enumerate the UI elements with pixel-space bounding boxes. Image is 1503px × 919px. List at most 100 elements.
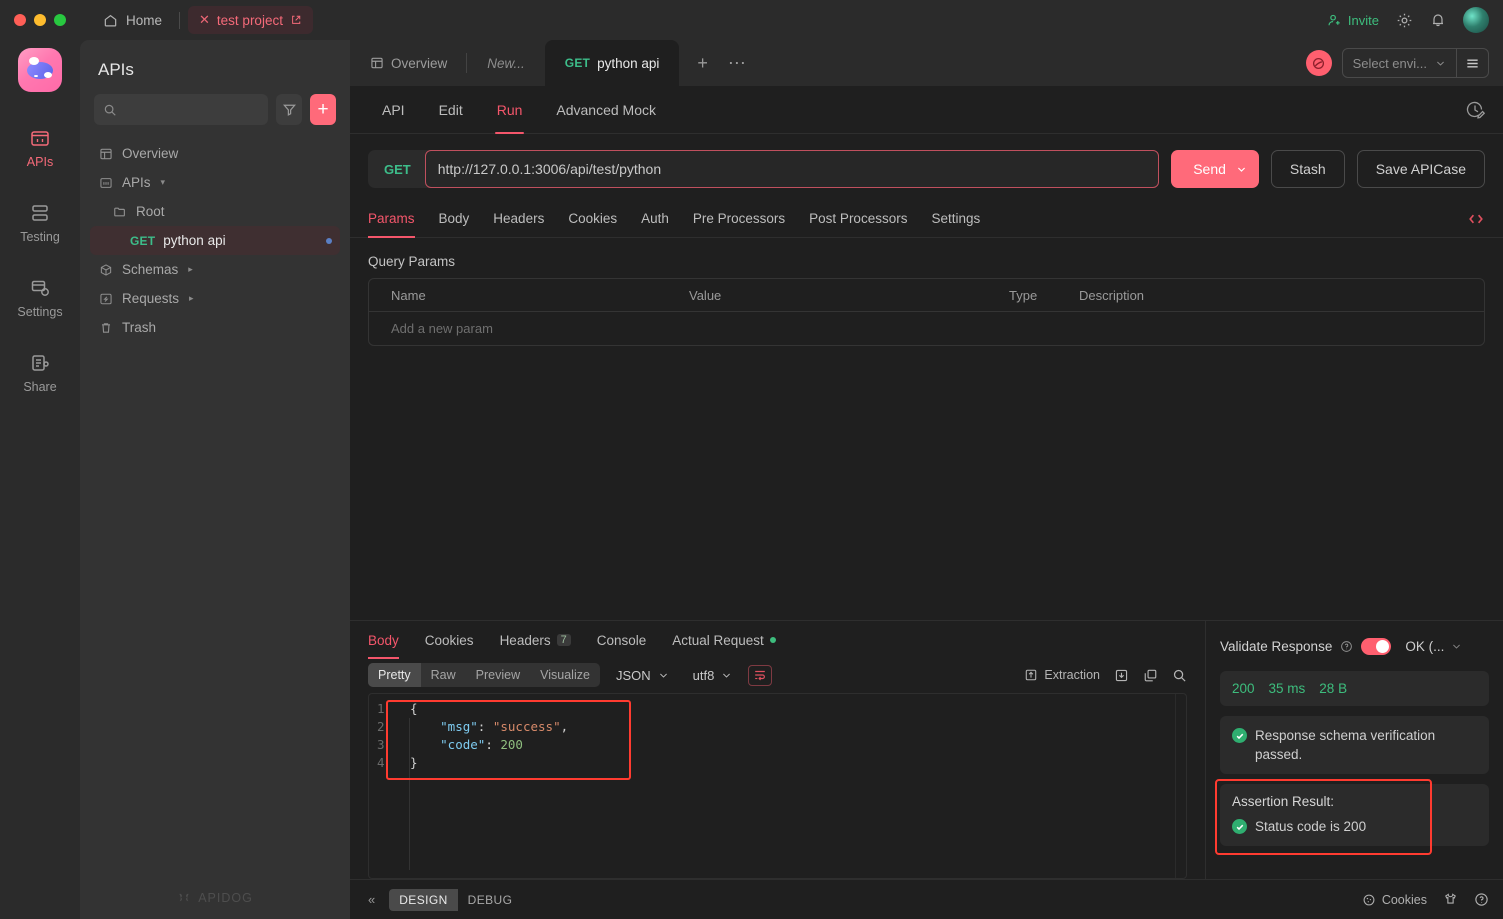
environment-menu-button[interactable] — [1457, 48, 1489, 78]
tree-item-requests[interactable]: Requests ▸ — [90, 284, 340, 313]
tab-api[interactable]: API — [368, 86, 419, 134]
copy-icon[interactable] — [1143, 668, 1158, 683]
add-new-param-placeholder[interactable]: Add a new param — [369, 321, 689, 336]
tab-pre-processors[interactable]: Pre Processors — [681, 200, 797, 238]
tab-params[interactable]: Params — [368, 200, 427, 238]
tab-cookies[interactable]: Cookies — [556, 200, 629, 238]
tree-item-apis[interactable]: APIs ▾ — [90, 168, 340, 197]
tree-item-label: Root — [136, 204, 165, 219]
history-edit-icon[interactable] — [1465, 100, 1485, 120]
tree-item-trash[interactable]: Trash — [90, 313, 340, 342]
home-tab[interactable]: Home — [92, 6, 171, 34]
word-wrap-icon[interactable] — [748, 664, 773, 686]
close-window-button[interactable] — [14, 14, 26, 26]
tab-run[interactable]: Run — [483, 86, 537, 134]
apis-sidebar: APIs + Overview APIs ▾ Root GET python a… — [80, 40, 350, 919]
column-header-value: Value — [689, 287, 722, 303]
response-format-select[interactable]: JSON — [604, 668, 677, 683]
response-body-code[interactable]: 1 { 2 "msg": "success", 3 "code": 200 4 … — [368, 693, 1187, 879]
tab-python-api[interactable]: GET python api — [544, 40, 680, 86]
code-scrollbar[interactable] — [1175, 694, 1186, 878]
schemas-icon — [98, 262, 114, 278]
bell-icon[interactable] — [1429, 11, 1447, 29]
search-box[interactable] — [94, 94, 269, 125]
tab-actual-request[interactable]: Actual Request — [659, 621, 789, 659]
invite-button[interactable]: Invite — [1327, 13, 1379, 28]
tab-auth[interactable]: Auth — [629, 200, 681, 238]
assertion-result-card: Assertion Result: Status code is 200 — [1220, 784, 1489, 846]
save-download-icon[interactable] — [1114, 668, 1129, 683]
extraction-label: Extraction — [1044, 668, 1100, 682]
close-icon[interactable]: ✕ — [199, 12, 210, 28]
tab-post-processors[interactable]: Post Processors — [797, 200, 919, 238]
save-apicase-button[interactable]: Save APICase — [1356, 150, 1485, 188]
search-icon[interactable] — [1172, 668, 1187, 683]
globe-icon[interactable] — [1305, 50, 1332, 76]
validate-toggle[interactable] — [1361, 637, 1392, 655]
tab-settings[interactable]: Settings — [919, 200, 992, 238]
code-brackets-icon[interactable] — [1467, 210, 1485, 228]
double-chevron-left-icon[interactable]: « — [364, 892, 379, 907]
tab-response-headers[interactable]: Headers 7 — [487, 621, 584, 659]
response-encoding-select[interactable]: utf8 — [681, 668, 741, 683]
tab-response-body[interactable]: Body — [368, 621, 412, 659]
tab-more-button[interactable]: ⋯ — [720, 53, 754, 74]
search-input[interactable] — [124, 102, 260, 117]
view-mode-visualize[interactable]: Visualize — [530, 663, 600, 687]
response-duration: 35 ms — [1268, 681, 1306, 696]
stash-button[interactable]: Stash — [1270, 150, 1345, 188]
chevron-down-icon — [721, 670, 732, 681]
sidebar-item-settings[interactable]: Settings — [8, 268, 72, 327]
send-button[interactable]: Send — [1171, 150, 1259, 188]
tree-item-root[interactable]: Root — [90, 197, 340, 226]
add-api-button[interactable]: + — [310, 94, 336, 125]
tree-item-schemas[interactable]: Schemas ▸ — [90, 255, 340, 284]
url-input[interactable]: http://127.0.0.1:3006/api/test/python — [424, 150, 1160, 188]
tab-overview[interactable]: Overview — [350, 40, 468, 86]
view-mode-pretty[interactable]: Pretty — [368, 663, 421, 687]
environment-select[interactable]: Select envi... — [1341, 48, 1457, 78]
tab-response-console[interactable]: Console — [584, 621, 660, 659]
environment-selector-group: Select envi... — [1341, 48, 1489, 78]
table-row[interactable]: Add a new param — [369, 312, 1484, 345]
validate-header: Validate Response OK (... — [1220, 631, 1489, 661]
sidebar-item-apis[interactable]: APIs — [8, 118, 72, 177]
response-left: Body Cookies Headers 7 Console Actual Re… — [350, 621, 1205, 879]
chevron-down-icon[interactable]: ▾ — [161, 177, 166, 188]
help-circle-icon[interactable] — [1474, 892, 1489, 907]
project-tab[interactable]: ✕ test project — [188, 6, 313, 34]
cookies-button[interactable]: Cookies — [1362, 893, 1427, 907]
theme-shirt-icon[interactable] — [1443, 892, 1458, 907]
filter-button[interactable] — [276, 94, 303, 125]
mode-debug[interactable]: DEBUG — [458, 889, 523, 911]
sidebar-item-share[interactable]: Share — [8, 343, 72, 402]
external-link-icon[interactable] — [290, 14, 302, 26]
tree-item-python-api[interactable]: GET python api — [90, 226, 340, 255]
view-mode-raw[interactable]: Raw — [421, 663, 466, 687]
minimize-window-button[interactable] — [34, 14, 46, 26]
extraction-button[interactable]: Extraction — [1024, 668, 1100, 682]
tab-advanced-mock[interactable]: Advanced Mock — [542, 86, 670, 134]
line-number: 3 — [377, 737, 385, 752]
new-tab-button[interactable]: + — [689, 53, 716, 74]
chevron-right-icon[interactable]: ▸ — [189, 293, 194, 304]
validate-status-select[interactable]: OK (... — [1405, 639, 1462, 654]
tree-item-overview[interactable]: Overview — [90, 139, 340, 168]
plus-icon: + — [317, 98, 329, 120]
chevron-down-icon[interactable] — [1226, 164, 1259, 175]
mode-design[interactable]: DESIGN — [389, 888, 458, 911]
view-mode-preview[interactable]: Preview — [466, 663, 530, 687]
question-circle-icon[interactable] — [1340, 640, 1353, 653]
gear-icon[interactable] — [1395, 11, 1413, 29]
tab-new[interactable]: New... — [467, 40, 545, 86]
chevron-right-icon[interactable]: ▸ — [188, 264, 193, 275]
tab-edit[interactable]: Edit — [425, 86, 477, 134]
sidebar-item-testing[interactable]: Testing — [8, 193, 72, 252]
tab-body[interactable]: Body — [427, 200, 482, 238]
avatar[interactable] — [1463, 7, 1489, 33]
maximize-window-button[interactable] — [54, 14, 66, 26]
method-select[interactable]: GET — [368, 162, 425, 177]
window-controls — [14, 14, 66, 26]
tab-headers[interactable]: Headers — [481, 200, 556, 238]
tab-response-cookies[interactable]: Cookies — [412, 621, 487, 659]
